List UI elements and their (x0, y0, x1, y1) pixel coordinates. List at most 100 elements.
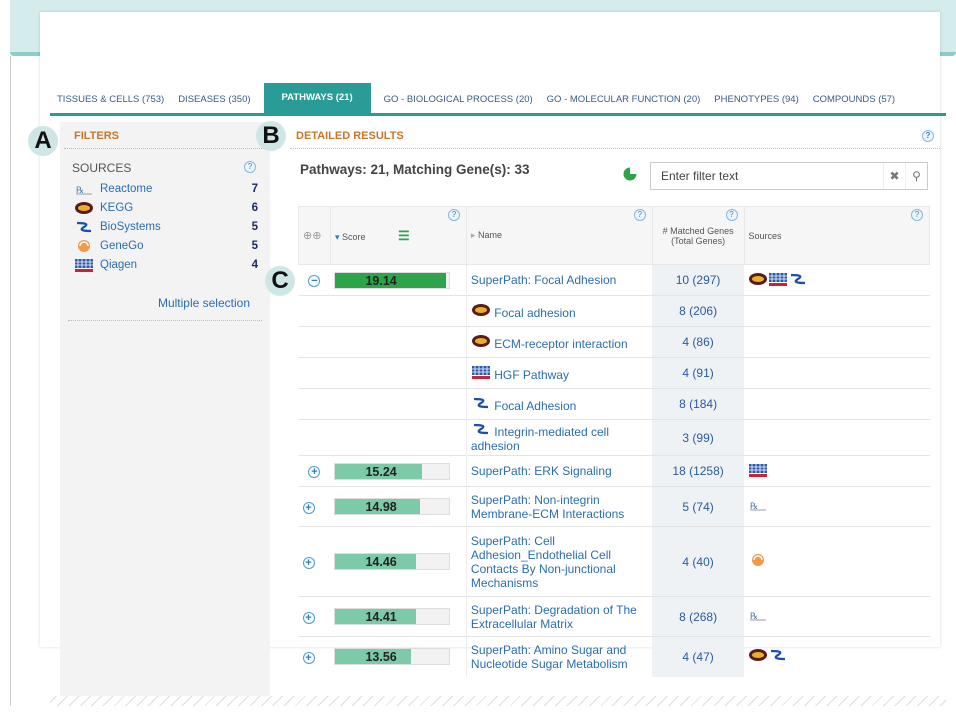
tab-compounds[interactable]: COMPOUNDS (57) (806, 87, 902, 113)
source-filter-item[interactable]: GeneGo 5 (60, 236, 270, 255)
torn-edge (50, 696, 946, 706)
expand-icon[interactable]: + (302, 556, 315, 569)
pathway-name-link[interactable]: HGF Pathway (466, 357, 653, 389)
child-pathway-name[interactable]: Focal Adhesion (494, 399, 576, 413)
biosystems-icon (76, 221, 92, 232)
source-filter-item[interactable]: KEGG 6 (60, 198, 270, 217)
source-name: Reactome (100, 182, 153, 195)
child-pathway-name[interactable]: Focal adhesion (494, 306, 575, 320)
table-row[interactable]: +14.98 SuperPath: Non-integrin Membrane-E… (298, 486, 930, 527)
sources-cell (744, 264, 930, 296)
help-icon[interactable]: ? (911, 209, 923, 221)
multiple-selection-link[interactable]: Multiple selection (68, 274, 262, 321)
child-row[interactable]: Focal Adhesion 8 (184) (298, 388, 930, 420)
list-icon[interactable]: ☰ (398, 228, 410, 243)
pathway-name-link[interactable]: SuperPath: Amino Sugar and Nucleotide Su… (466, 636, 653, 677)
child-row[interactable]: Focal adhesion 8 (206) (298, 295, 930, 327)
callout-b: B (256, 121, 286, 151)
tab-pathways[interactable]: PATHWAYS (21) (263, 83, 371, 113)
filters-sidebar: FILTERS SOURCES ? ℞ Reactome 7 KEGG 6 BioSyst… (60, 122, 270, 702)
source-filter-item[interactable]: BioSystems 5 (60, 217, 270, 236)
sources-cell (744, 526, 930, 597)
source-count: 4 (251, 258, 258, 271)
table-row[interactable]: − 19.14 SuperPath: Focal Adhesion 10 (297) (298, 264, 930, 296)
table-row[interactable]: +15.24 SuperPath: ERK Signaling 18 (1258) (298, 455, 930, 487)
source-name: BioSystems (100, 220, 161, 233)
help-icon[interactable]: ? (447, 209, 460, 221)
pathway-name-link[interactable]: SuperPath: ERK Signaling (466, 455, 653, 487)
tab-diseases[interactable]: DISEASES (350) (171, 87, 257, 113)
help-icon[interactable]: ? (244, 161, 256, 173)
detailed-results-title: DETAILED RESULTS (296, 130, 404, 142)
expand-icon[interactable]: + (308, 466, 321, 478)
pathway-name-link[interactable]: Integrin-mediated cell adhesion (466, 419, 653, 456)
sources-cell (744, 636, 930, 677)
qiagen-icon (75, 258, 93, 272)
child-row[interactable]: HGF Pathway 4 (91) (298, 357, 930, 389)
expand-icon[interactable]: + (302, 611, 315, 624)
child-pathway-name[interactable]: HGF Pathway (494, 368, 569, 382)
tab-phenotypes[interactable]: PHENOTYPES (94) (707, 87, 805, 113)
matched-genes-header[interactable]: ? # Matched Genes (Total Genes) (651, 206, 745, 265)
pathway-name-link[interactable]: SuperPath: Cell Adhesion_Endothelial Cel… (466, 526, 653, 597)
clear-icon[interactable]: ✖ (883, 163, 905, 189)
source-filter-item[interactable]: Qiagen 4 (60, 255, 270, 274)
child-pathway-name[interactable]: ECM-receptor interaction (494, 337, 627, 351)
reactome-icon: ℞ (750, 501, 766, 511)
reactome-icon: ℞ (750, 611, 766, 621)
matched-genes-link[interactable]: 8 (206) (652, 295, 744, 327)
table-row[interactable]: +13.56 SuperPath: Amino Sugar and Nucleot… (298, 636, 930, 677)
results-summary: Pathways: 21, Matching Gene(s): 33 (300, 162, 530, 177)
matched-genes-link[interactable]: 4 (86) (652, 326, 744, 358)
table-row[interactable]: +14.41 SuperPath: Degradation of The Extr… (298, 596, 930, 637)
matched-genes-link[interactable]: 3 (99) (652, 419, 744, 456)
pathway-name-link[interactable]: ECM-receptor interaction (466, 326, 653, 358)
pathway-name-link[interactable]: SuperPath: Degradation of The Extracellu… (466, 596, 653, 637)
biosystems-icon (473, 423, 488, 435)
expand-icon[interactable]: + (302, 501, 315, 514)
tab-go-biological-process[interactable]: GO - BIOLOGICAL PROCESS (20) (377, 87, 540, 113)
source-name: KEGG (100, 201, 134, 214)
tab-tissues-cells[interactable]: TISSUES & CELLS (753) (50, 87, 171, 113)
matched-genes-link[interactable]: 5 (74) (652, 486, 744, 527)
score-value: 13.56 (365, 650, 397, 665)
child-pathway-name[interactable]: Integrin-mediated cell adhesion (471, 425, 609, 453)
pathway-name-link[interactable]: SuperPath: Non-integrin Membrane-ECM Int… (466, 486, 653, 527)
sources-label: SOURCES (72, 161, 132, 175)
matched-genes-link[interactable]: 4 (40) (652, 526, 744, 597)
matched-genes-link[interactable]: 18 (1258) (652, 455, 744, 487)
sources-list: ℞ Reactome 7 KEGG 6 BioSystems 5 GeneGo 5 Qiagen 4 (60, 179, 270, 274)
sources-header: ? Sources (743, 206, 930, 265)
source-count: 7 (251, 182, 258, 195)
matched-genes-link[interactable]: 4 (91) (652, 357, 744, 389)
matched-genes-link[interactable]: 8 (184) (652, 388, 744, 420)
source-name: Qiagen (100, 258, 138, 271)
source-filter-item[interactable]: ℞ Reactome 7 (60, 179, 270, 198)
matched-genes-link[interactable]: 10 (297) (652, 264, 744, 296)
pathway-name-link[interactable]: SuperPath: Focal Adhesion (466, 264, 653, 296)
pathway-name-link[interactable]: Focal Adhesion (466, 388, 653, 420)
score-header[interactable]: ? ▾ Score ☰ (329, 206, 467, 265)
pathway-name-link[interactable]: Focal adhesion (466, 295, 653, 327)
category-tabs: TISSUES & CELLS (753) DISEASES (350) PAT… (50, 83, 946, 116)
search-icon[interactable]: ⚲ (905, 163, 927, 189)
tab-go-molecular-function[interactable]: GO - MOLECULAR FUNCTION (20) (540, 87, 708, 113)
matched-genes-link[interactable]: 4 (47) (652, 636, 744, 677)
pie-chart-icon[interactable] (623, 167, 637, 181)
help-icon[interactable]: ? (633, 209, 646, 221)
child-row[interactable]: ECM-receptor interaction 4 (86) (298, 326, 930, 358)
matched-genes-link[interactable]: 8 (268) (652, 596, 744, 637)
filter-input[interactable]: Enter filter text (651, 169, 883, 183)
expand-icon[interactable]: + (302, 651, 315, 664)
score-value: 19.14 (365, 273, 397, 288)
child-row[interactable]: Integrin-mediated cell adhesion 3 (99) (298, 419, 930, 456)
collapse-icon[interactable]: − (308, 275, 321, 287)
name-header[interactable]: ? ▸ Name (465, 206, 653, 265)
help-icon[interactable]: ? (725, 209, 738, 221)
help-icon[interactable]: ? (922, 130, 934, 142)
genego-icon (752, 554, 764, 566)
table-row[interactable]: +14.46 SuperPath: Cell Adhesion_Endotheli… (298, 526, 930, 597)
source-name: GeneGo (100, 239, 144, 252)
expand-all-header[interactable]: ⊕⊕ (298, 206, 331, 265)
expand-all-icon[interactable]: ⊕⊕ (303, 230, 321, 242)
